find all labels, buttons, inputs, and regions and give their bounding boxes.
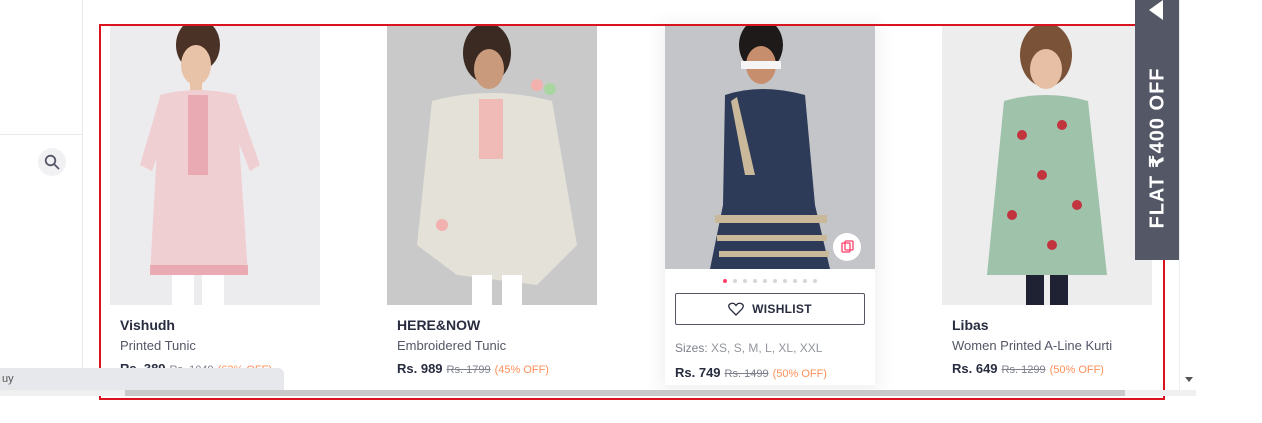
product-price: Rs. 749 Rs. 1499 (50% OFF) bbox=[675, 365, 875, 380]
scroll-down-arrow-icon[interactable] bbox=[1185, 377, 1193, 382]
carousel-dot[interactable] bbox=[813, 279, 817, 283]
product-brand: Libas bbox=[952, 317, 989, 333]
search-button[interactable] bbox=[38, 148, 66, 176]
product-description: Embroidered Tunic bbox=[397, 338, 507, 353]
offer-banner[interactable]: FLAT ₹400 OFF bbox=[1135, 0, 1179, 260]
product-price: Rs. 989 Rs. 1799 (45% OFF) bbox=[397, 361, 597, 376]
product-card-hovered[interactable]: WISHLIST Sizes: XS, S, M, L, XL, XXL Rs.… bbox=[665, 25, 875, 385]
view-similar-button[interactable] bbox=[833, 233, 861, 261]
carousel-dot[interactable] bbox=[743, 279, 747, 283]
carousel-dot[interactable] bbox=[803, 279, 807, 283]
product-image[interactable] bbox=[387, 25, 597, 305]
wishlist-button[interactable]: WISHLIST bbox=[675, 293, 865, 325]
product-image[interactable] bbox=[110, 25, 320, 305]
search-icon bbox=[44, 154, 60, 170]
available-sizes: Sizes: XS, S, M, L, XL, XXL bbox=[675, 341, 875, 355]
discount-percent: (50% OFF) bbox=[772, 368, 827, 380]
product-brand: Vishudh bbox=[120, 317, 175, 333]
overlay-tooltip: uy bbox=[0, 368, 284, 390]
sidebar-divider bbox=[0, 134, 82, 135]
product-photo bbox=[387, 25, 597, 305]
product-price: Rs. 649 Rs. 1299 (50% OFF) bbox=[952, 361, 1152, 376]
scrollbar-thumb[interactable] bbox=[125, 390, 1125, 396]
carousel-dot[interactable] bbox=[773, 279, 777, 283]
product-description: Printed Tunic bbox=[120, 338, 196, 353]
filter-sidebar bbox=[0, 0, 83, 395]
product-grid: Vishudh Printed Tunic Rs. 389Rs. 1049(63… bbox=[82, 0, 1179, 395]
product-photo bbox=[942, 25, 1152, 305]
arrow-left-icon bbox=[1149, 0, 1163, 20]
discount-percent: (50% OFF) bbox=[1049, 364, 1104, 376]
carousel-dot[interactable] bbox=[723, 279, 727, 283]
wishlist-label: WISHLIST bbox=[752, 302, 812, 316]
discounted-price: Rs. 649 bbox=[952, 361, 998, 376]
original-price: Rs. 1799 bbox=[446, 364, 491, 376]
discounted-price: Rs. 989 bbox=[397, 361, 443, 376]
discount-percent: (45% OFF) bbox=[494, 364, 549, 376]
product-card[interactable]: Libas Women Printed A-Line Kurti Rs. 649… bbox=[942, 25, 1152, 376]
product-card[interactable]: HERE&NOW Embroidered Tunic Rs. 989 Rs. 17… bbox=[387, 25, 597, 376]
vertical-scrollbar[interactable] bbox=[1179, 0, 1197, 395]
sizes-values: XS, S, M, L, XL, XXL bbox=[711, 341, 823, 355]
product-image[interactable] bbox=[942, 25, 1152, 305]
carousel-dot[interactable] bbox=[783, 279, 787, 283]
sizes-label: Sizes: bbox=[675, 341, 708, 355]
horizontal-scrollbar[interactable] bbox=[0, 390, 1196, 396]
carousel-dot[interactable] bbox=[753, 279, 757, 283]
similar-icon bbox=[841, 240, 854, 253]
carousel-dot[interactable] bbox=[763, 279, 767, 283]
carousel-dot[interactable] bbox=[733, 279, 737, 283]
discounted-price: Rs. 749 bbox=[675, 365, 721, 380]
product-image[interactable] bbox=[665, 25, 875, 269]
original-price: Rs. 1499 bbox=[724, 368, 769, 380]
heart-icon bbox=[728, 302, 745, 316]
original-price: Rs. 1299 bbox=[1001, 364, 1046, 376]
product-photo bbox=[110, 25, 320, 305]
product-card[interactable]: Vishudh Printed Tunic Rs. 389Rs. 1049(63… bbox=[110, 25, 320, 376]
image-carousel-dots[interactable] bbox=[665, 269, 875, 293]
product-brand: HERE&NOW bbox=[397, 317, 481, 333]
offer-text: FLAT ₹400 OFF bbox=[1146, 67, 1169, 229]
carousel-dot[interactable] bbox=[793, 279, 797, 283]
product-description: Women Printed A-Line Kurti bbox=[952, 338, 1113, 353]
